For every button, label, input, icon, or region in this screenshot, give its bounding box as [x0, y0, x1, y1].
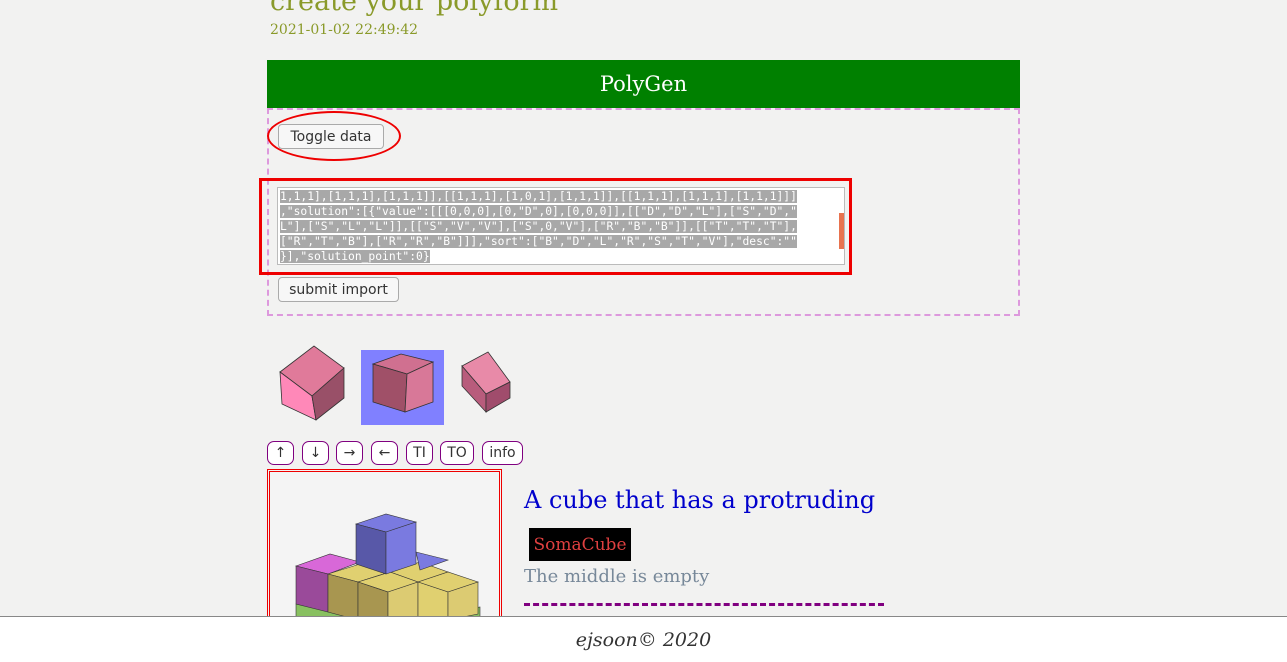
cube-thumbnail-2[interactable] [361, 350, 444, 425]
data-line: ,"solution":[{"value":[[[0,0,0],[0,"D",0… [280, 205, 797, 218]
category-tag[interactable]: SomaCube [529, 528, 631, 561]
data-line: L"],["S","L","L"]],[["S","V","V"],["S",0… [280, 220, 797, 233]
textarea-scrollbar[interactable] [839, 213, 844, 249]
to-button[interactable]: TO [440, 441, 474, 465]
data-textarea[interactable]: 1,1,1],[1,1,1],[1,1,1]],[[1,1,1],[1,0,1]… [277, 187, 845, 265]
data-line: 1,1,1],[1,1,1],[1,1,1]],[[1,1,1],[1,0,1]… [280, 190, 797, 203]
divider [524, 603, 884, 606]
cube-thumbnail-3[interactable] [458, 350, 514, 415]
data-line: }],"solution_point":0} [280, 250, 430, 263]
nav-up-button[interactable]: ↑ [267, 441, 294, 465]
nav-left-button[interactable]: ← [371, 441, 398, 465]
cube-icon [371, 353, 435, 413]
page-title: create your polyform [270, 0, 559, 17]
submit-import-button[interactable]: submit import [278, 277, 399, 302]
cube-thumbnail-1[interactable] [276, 342, 346, 422]
info-button[interactable]: info [482, 441, 523, 465]
ti-button[interactable]: TI [406, 441, 433, 465]
toggle-data-button[interactable]: Toggle data [278, 124, 384, 149]
post-date: 2021-01-02 22:49:42 [270, 22, 419, 38]
piece-preview[interactable] [267, 469, 502, 629]
app-banner: PolyGen [267, 60, 1020, 108]
footer: ejsoon© 2020 [0, 616, 1287, 662]
piece-description: The middle is empty [524, 566, 710, 587]
nav-down-button[interactable]: ↓ [302, 441, 329, 465]
data-line: ["R","T","B"],["R","R","B"]]],"sort":["B… [280, 235, 797, 248]
nav-right-button[interactable]: → [336, 441, 363, 465]
piece-title: A cube that has a protruding [524, 486, 876, 514]
soma-cube-render [294, 513, 481, 627]
